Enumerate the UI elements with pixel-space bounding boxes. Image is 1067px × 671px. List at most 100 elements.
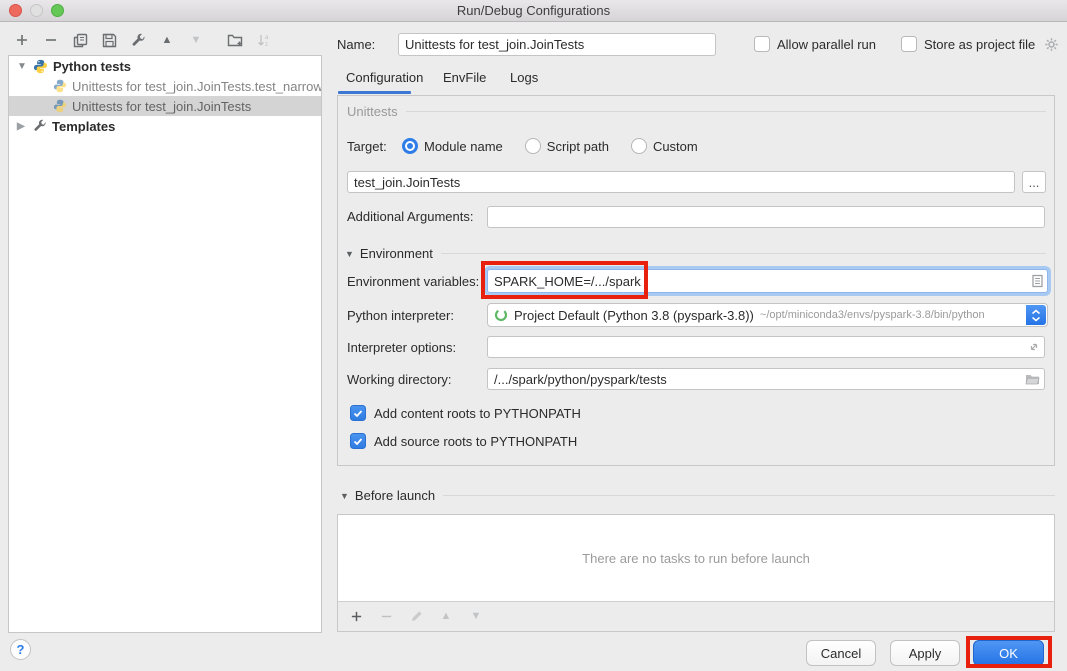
name-label: Name: [337, 37, 375, 52]
before-launch-header[interactable]: ▼ Before launch [340, 488, 1055, 503]
cancel-button[interactable]: Cancel [806, 640, 876, 666]
tree-item-label: Unittests for test_join.JoinTests [72, 99, 251, 114]
pencil-icon [408, 609, 424, 625]
chevron-down-icon[interactable]: ▼ [17, 61, 29, 72]
interpreter-options-label: Interpreter options: [347, 340, 456, 355]
tree-item-label: Python tests [53, 59, 131, 74]
radio-selected-icon[interactable] [402, 138, 418, 154]
checkbox-unchecked-icon[interactable] [754, 36, 770, 52]
environment-variables-label: Environment variables: [347, 274, 479, 289]
python-interpreter-select[interactable]: Project Default (Python 3.8 (pyspark-3.8… [487, 303, 1048, 327]
radio-unselected-icon[interactable] [631, 138, 647, 154]
conda-env-icon [494, 308, 508, 322]
save-icon[interactable] [101, 32, 117, 48]
working-directory-label: Working directory: [347, 372, 452, 387]
variables-list-icon[interactable] [1032, 275, 1043, 288]
python-icon [33, 59, 48, 74]
help-button[interactable]: ? [10, 639, 31, 660]
allow-parallel-run-checkbox[interactable]: Allow parallel run [754, 36, 876, 52]
checkbox-checked-icon[interactable] [350, 433, 366, 449]
folder-icon[interactable] [1025, 373, 1040, 385]
before-launch-empty-text: There are no tasks to run before launch [338, 515, 1054, 601]
python-interpreter-path: ~/opt/miniconda3/envs/pyspark-3.8/bin/py… [760, 309, 985, 321]
svg-text:a: a [265, 35, 269, 41]
target-script-path-radio[interactable]: Script path [525, 138, 609, 154]
python-icon [53, 79, 67, 93]
python-interpreter-label: Python interpreter: [347, 308, 454, 323]
tab-configuration[interactable]: Configuration [346, 70, 423, 85]
arrow-down-icon: ▼ [468, 609, 484, 625]
allow-parallel-run-label: Allow parallel run [777, 37, 876, 52]
name-input[interactable] [398, 33, 716, 56]
tree-item-label: Unittests for test_join.JoinTests.test_n… [72, 79, 321, 94]
checkbox-unchecked-icon[interactable] [901, 36, 917, 52]
interpreter-options-input[interactable] [487, 336, 1045, 358]
tab-envfile[interactable]: EnvFile [443, 70, 486, 85]
add-source-roots-checkbox[interactable]: Add source roots to PYTHONPATH [350, 433, 577, 449]
close-window-icon[interactable] [9, 4, 22, 17]
configurations-tree: ▼ Python tests Unittests for test_join.J… [8, 55, 322, 633]
additional-arguments-input[interactable] [487, 206, 1045, 228]
environment-section-title: Environment [360, 246, 433, 261]
folder-plus-icon[interactable] [227, 32, 243, 48]
target-custom-radio[interactable]: Custom [631, 138, 698, 154]
wrench-icon [33, 119, 47, 133]
before-launch-toolbar: ▲ ▼ [338, 601, 1054, 631]
window-title: Run/Debug Configurations [0, 0, 1067, 21]
expand-icon[interactable] [1028, 341, 1040, 353]
chevron-right-icon[interactable]: ▶ [17, 121, 29, 132]
title-bar: Run/Debug Configurations [0, 0, 1067, 22]
group-divider [443, 495, 1055, 496]
arrow-up-icon: ▲ [438, 609, 454, 625]
python-interpreter-value: Project Default (Python 3.8 (pyspark-3.8… [514, 308, 754, 323]
active-tab-underline [338, 91, 411, 94]
group-divider [441, 253, 1046, 254]
chevron-down-icon[interactable]: ▼ [340, 491, 349, 501]
radio-unselected-icon[interactable] [525, 138, 541, 154]
tree-item-python-tests[interactable]: ▼ Python tests [9, 56, 321, 76]
traffic-lights [9, 4, 64, 17]
copy-icon[interactable] [72, 32, 88, 48]
svg-text:z: z [265, 42, 268, 48]
checkbox-checked-icon[interactable] [350, 405, 366, 421]
working-directory-input[interactable] [487, 368, 1045, 390]
apply-button[interactable]: Apply [890, 640, 960, 666]
add-content-roots-checkbox[interactable]: Add content roots to PYTHONPATH [350, 405, 581, 421]
combo-stepper-icon[interactable] [1026, 305, 1046, 325]
sort-az-icon: az [256, 32, 272, 48]
configurations-toolbar: ▲ ▼ az [14, 32, 272, 48]
chevron-down-icon[interactable]: ▼ [345, 249, 354, 259]
configuration-panel: Unittests Target: Module name Script pat… [337, 95, 1055, 466]
plus-icon[interactable] [14, 32, 30, 48]
browse-button[interactable]: ... [1022, 171, 1046, 193]
tab-logs[interactable]: Logs [510, 70, 538, 85]
target-input[interactable] [347, 171, 1015, 193]
store-as-project-file-checkbox[interactable]: Store as project file [901, 36, 1059, 52]
minimize-window-icon [30, 4, 43, 17]
add-content-roots-label: Add content roots to PYTHONPATH [374, 406, 581, 421]
target-module-name-radio[interactable]: Module name [402, 138, 503, 154]
radio-label: Module name [424, 139, 503, 154]
store-as-project-file-label: Store as project file [924, 37, 1035, 52]
arrow-up-icon[interactable]: ▲ [159, 32, 175, 48]
tree-item-label: Templates [52, 119, 115, 134]
gear-icon[interactable] [1044, 37, 1059, 52]
tree-item-templates[interactable]: ▶ Templates [9, 116, 321, 136]
ok-button[interactable]: OK [973, 640, 1044, 666]
tree-item-unittests-jointests[interactable]: Unittests for test_join.JoinTests [9, 96, 321, 116]
zoom-window-icon[interactable] [51, 4, 64, 17]
group-divider [406, 111, 1046, 112]
add-source-roots-label: Add source roots to PYTHONPATH [374, 434, 577, 449]
plus-icon[interactable] [348, 609, 364, 625]
minus-icon [378, 609, 394, 625]
arrow-down-icon: ▼ [188, 32, 204, 48]
minus-icon[interactable] [43, 32, 59, 48]
before-launch-title: Before launch [355, 488, 435, 503]
radio-label: Custom [653, 139, 698, 154]
before-launch-tasks-panel: There are no tasks to run before launch … [337, 514, 1055, 632]
additional-arguments-label: Additional Arguments: [347, 209, 473, 224]
python-icon [53, 99, 67, 113]
wrench-icon[interactable] [130, 32, 146, 48]
tree-item-unittests-narrow[interactable]: Unittests for test_join.JoinTests.test_n… [9, 76, 321, 96]
environment-variables-input[interactable] [487, 269, 1048, 293]
